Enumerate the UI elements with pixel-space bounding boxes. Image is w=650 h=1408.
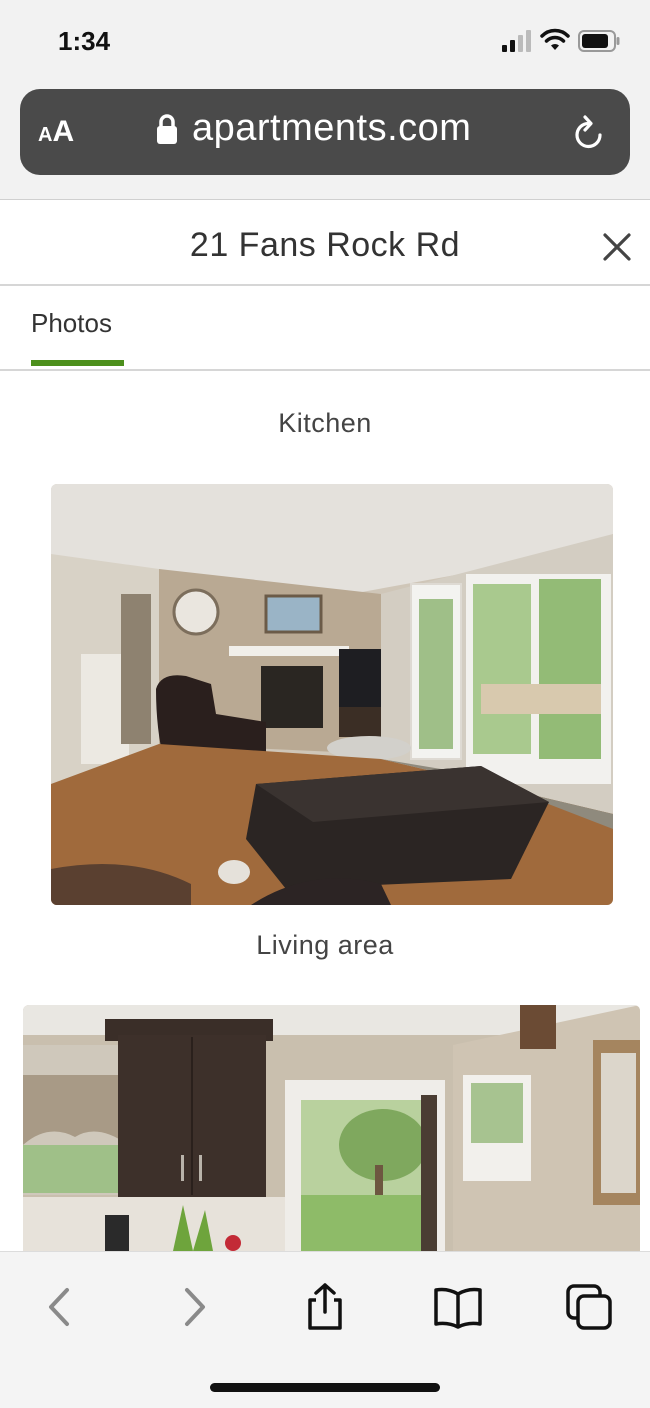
tab-bar: Photos: [0, 286, 650, 371]
photo-caption: Living area: [256, 930, 394, 960]
battery-icon: [578, 30, 620, 52]
cellular-signal-icon: [502, 30, 531, 52]
gallery-photo-kitchen[interactable]: [23, 1005, 640, 1251]
page-title: 21 Fans Rock Rd: [189, 226, 461, 264]
lock-icon: [157, 114, 177, 144]
tabs-icon[interactable]: [565, 1282, 615, 1332]
kitchen-image: [23, 1005, 640, 1251]
status-time: 1:34: [58, 26, 111, 56]
photo-caption: Kitchen: [278, 408, 372, 438]
tab-photos[interactable]: Photos: [31, 308, 112, 339]
wifi-icon: [540, 28, 570, 50]
living-room-image: [51, 484, 613, 905]
browser-chrome: AA apartments.com: [0, 80, 650, 200]
forward-icon[interactable]: [173, 1282, 217, 1332]
aa-big-label: A: [52, 115, 75, 148]
close-icon[interactable]: [602, 232, 632, 262]
url-text[interactable]: apartments.com: [192, 107, 471, 150]
back-icon[interactable]: [37, 1282, 81, 1332]
reader-options-button[interactable]: AA: [38, 115, 88, 151]
gallery-photo-living-room[interactable]: [51, 484, 613, 905]
aa-small-label: A: [38, 124, 53, 146]
browser-toolbar: [0, 1251, 650, 1408]
home-indicator: [210, 1383, 440, 1392]
status-bar: 1:34: [0, 0, 650, 80]
share-icon[interactable]: [303, 1282, 347, 1332]
reload-icon[interactable]: [572, 115, 606, 151]
bookmarks-icon[interactable]: [433, 1282, 483, 1332]
modal-header: 21 Fans Rock Rd: [0, 200, 650, 286]
address-bar[interactable]: AA apartments.com: [20, 89, 630, 175]
active-tab-indicator: [31, 360, 124, 366]
